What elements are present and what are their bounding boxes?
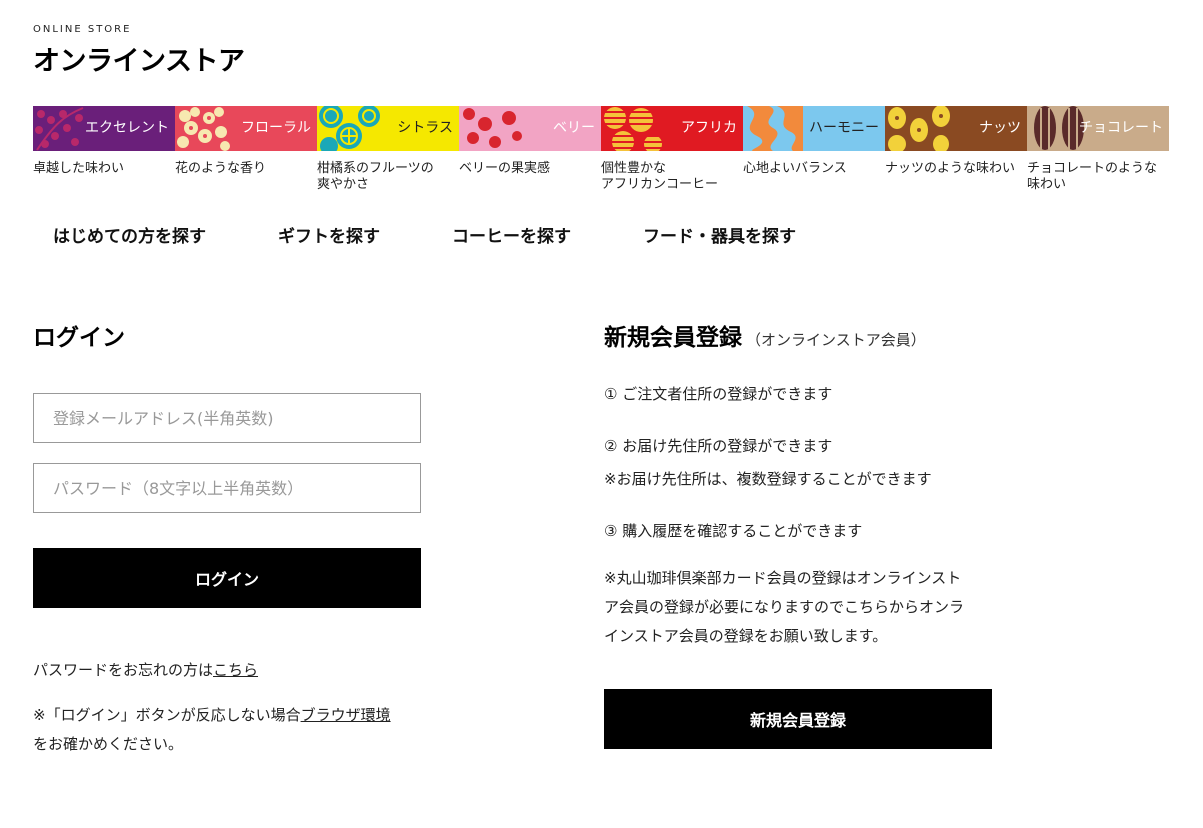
- category-name: ハーモニー: [809, 120, 879, 136]
- category-desc: 卓越した味わい: [33, 161, 125, 176]
- register-benefit-2-note: ※お届け先住所は、複数登録することができます: [604, 470, 932, 488]
- register-subtitle: （オンラインストア会員）: [746, 331, 926, 349]
- browser-note: ※「ログイン」ボタンが反応しない場合ブラウザ環境 をお確かめください。: [33, 701, 433, 759]
- category-chocolate[interactable]: チョコレート チョコレートのような 味わい: [1027, 106, 1169, 193]
- register-benefit-2: ② お届け先住所の登録ができます: [604, 437, 833, 455]
- category-desc: ナッツのような味わい: [885, 161, 1016, 176]
- category-name: ナッツ: [979, 120, 1021, 136]
- page-title: オンラインストア: [33, 46, 245, 77]
- cherry-branch-icon: [35, 107, 84, 151]
- store-header: ONLINE STORE オンラインストア: [33, 24, 245, 78]
- wave-icon: [747, 106, 803, 151]
- password-input[interactable]: [33, 463, 421, 513]
- category-banner[interactable]: ベリー: [459, 106, 601, 151]
- category-desc: 個性豊かな アフリカンコーヒー: [601, 161, 719, 192]
- login-title: ログイン: [33, 325, 125, 351]
- main-nav: はじめての方を探す ギフトを探す コーヒーを探す フード・器具を探す: [53, 222, 868, 247]
- store-label-en: ONLINE STORE: [33, 24, 132, 35]
- browser-note-prefix: ※「ログイン」ボタンが反応しない場合: [33, 706, 301, 724]
- register-benefit-3: ③ 購入履歴を確認することができます: [604, 522, 863, 540]
- register-note-line: ※丸山珈琲倶楽部カード会員の登録はオンラインスト: [604, 569, 962, 587]
- nav-food-tools[interactable]: フード・器具を探す: [643, 222, 796, 247]
- category-strip: エクセレント 卓越した味わい フローラル 花のような香り シトラス 柑橘系のフル…: [33, 106, 1169, 193]
- login-button[interactable]: ログイン: [33, 548, 421, 608]
- category-desc: チョコレートのような 味わい: [1027, 161, 1158, 192]
- category-harmony[interactable]: ハーモニー 心地よいバランス: [743, 106, 885, 193]
- category-name: チョコレート: [1079, 120, 1163, 136]
- category-desc: 柑橘系のフルーツの 爽やかさ: [317, 161, 434, 192]
- register-button[interactable]: 新規会員登録: [604, 689, 992, 749]
- category-excellent[interactable]: エクセレント 卓越した味わい: [33, 106, 175, 193]
- nav-gifts[interactable]: ギフトを探す: [278, 222, 380, 247]
- flower-icon: [177, 107, 230, 151]
- forgot-password-link[interactable]: こちら: [213, 661, 258, 679]
- register-title: 新規会員登録: [604, 325, 742, 351]
- category-desc: 花のような香り: [175, 161, 267, 176]
- nav-beginners[interactable]: はじめての方を探す: [53, 222, 206, 247]
- category-banner[interactable]: ナッツ: [885, 106, 1027, 151]
- category-banner[interactable]: エクセレント: [33, 106, 175, 151]
- email-input[interactable]: [33, 393, 421, 443]
- citrus-slice-icon: [319, 106, 380, 151]
- category-africa[interactable]: アフリカ 個性豊かな アフリカンコーヒー: [601, 106, 743, 193]
- category-banner[interactable]: ハーモニー: [743, 106, 885, 151]
- category-banner[interactable]: シトラス: [317, 106, 459, 151]
- berry-icon: [463, 108, 522, 148]
- category-name: アフリカ: [681, 120, 737, 136]
- category-name: ベリー: [553, 120, 595, 136]
- forgot-text: パスワードをお忘れの方は: [33, 661, 214, 679]
- register-note-line: インストア会員の登録をお願い致します。: [604, 627, 888, 645]
- category-name: シトラス: [397, 120, 453, 136]
- striped-circle-icon: [601, 107, 671, 151]
- register-note-line: ア会員の登録が必要になりますのでこちらからオンラ: [604, 598, 965, 616]
- category-banner[interactable]: フローラル: [175, 106, 317, 151]
- forgot-password-text: パスワードをお忘れの方はこちら: [33, 656, 433, 685]
- category-banner[interactable]: チョコレート: [1027, 106, 1169, 151]
- category-banner[interactable]: アフリカ: [601, 106, 743, 151]
- category-name: フローラル: [241, 120, 311, 136]
- register-note: ※丸山珈琲倶楽部カード会員の登録はオンラインスト ア会員の登録が必要になりますの…: [604, 564, 1024, 651]
- category-floral[interactable]: フローラル 花のような香り: [175, 106, 317, 193]
- register-benefit-1: ① ご注文者住所の登録ができます: [604, 385, 833, 403]
- login-section: ログイン ログイン パスワードをお忘れの方はこちら ※「ログイン」ボタンが反応し…: [33, 318, 433, 759]
- category-berry[interactable]: ベリー ベリーの果実感: [459, 106, 601, 193]
- category-desc: 心地よいバランス: [743, 161, 847, 176]
- nav-coffee[interactable]: コーヒーを探す: [452, 222, 571, 247]
- nut-icon: [888, 106, 950, 151]
- category-nuts[interactable]: ナッツ ナッツのような味わい: [885, 106, 1027, 193]
- category-desc: ベリーの果実感: [459, 161, 551, 176]
- browser-environment-link[interactable]: ブラウザ環境: [301, 706, 391, 724]
- category-name: エクセレント: [85, 120, 169, 136]
- category-citrus[interactable]: シトラス 柑橘系のフルーツの 爽やかさ: [317, 106, 459, 193]
- register-title-row: 新規会員登録 （オンラインストア会員）: [604, 318, 1024, 352]
- register-section: 新規会員登録 （オンラインストア会員） ① ご注文者住所の登録ができます ② お届…: [604, 318, 1024, 749]
- browser-note-suffix: をお確かめください。: [33, 735, 184, 753]
